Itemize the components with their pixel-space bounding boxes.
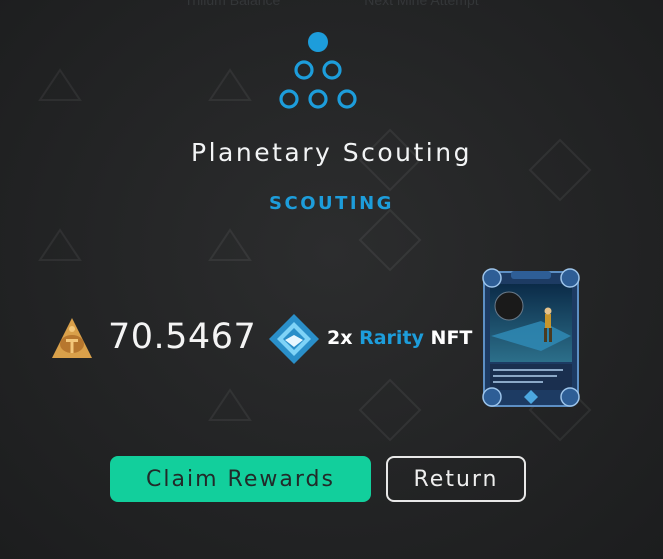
faded-next-mine: Next Mine Attempt <box>364 0 479 8</box>
trilium-icon <box>52 318 92 358</box>
nft-label: NFT <box>430 327 473 349</box>
mission-category: SCOUTING <box>269 193 394 214</box>
nft-count: 2x <box>327 327 353 349</box>
nft-rarity: Rarity <box>359 327 424 349</box>
nft-card-image <box>482 268 580 407</box>
alien-worlds-dots-icon <box>279 32 357 109</box>
claim-rewards-button[interactable]: Claim Rewards <box>110 456 371 502</box>
mission-title: Planetary Scouting <box>191 138 472 167</box>
nft-reward-label: 2x Rarity NFT <box>327 327 472 349</box>
faded-trilium-balance: Trilium Balance <box>184 0 281 8</box>
trilium-reward-amount: 70.5467 <box>108 317 257 357</box>
return-button[interactable]: Return <box>386 456 526 502</box>
background-balance-bar: Trilium Balance Next Mine Attempt <box>0 0 663 8</box>
rarity-diamond-icon <box>269 314 319 364</box>
